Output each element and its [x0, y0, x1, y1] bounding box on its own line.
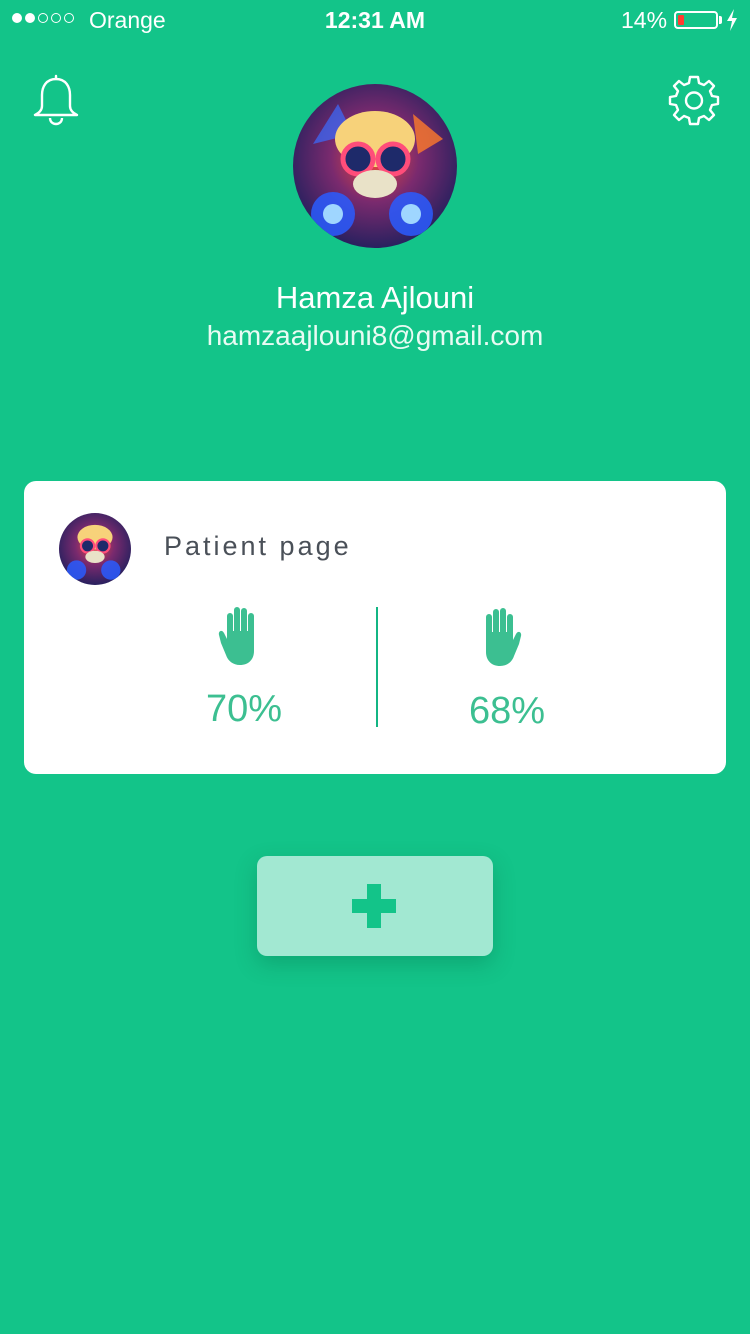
- bell-icon[interactable]: [32, 74, 80, 126]
- charging-icon: [727, 9, 737, 31]
- left-hand-percentage: 70%: [205, 688, 283, 730]
- user-name: Hamza Ajlouni: [275, 280, 475, 315]
- battery-tip: [719, 16, 722, 24]
- user-email: hamzaajlouni8@gmail.com: [206, 320, 544, 351]
- hand-icon: [218, 607, 254, 665]
- battery-icon: [674, 11, 718, 29]
- right-hand-percentage: 68%: [468, 690, 546, 732]
- add-button[interactable]: [257, 856, 493, 956]
- gear-icon[interactable]: [668, 74, 720, 126]
- patient-page-title: Patient page: [164, 531, 352, 561]
- status-bar: Orange 12:31 AM 14%: [0, 0, 750, 40]
- profile-avatar[interactable]: [293, 84, 457, 248]
- patient-avatar: [59, 513, 131, 585]
- hand-icon: [486, 608, 522, 666]
- card-divider: [376, 607, 378, 727]
- patient-card[interactable]: Patient page 70% 68%: [24, 481, 726, 774]
- battery-percentage: 14%: [621, 7, 668, 33]
